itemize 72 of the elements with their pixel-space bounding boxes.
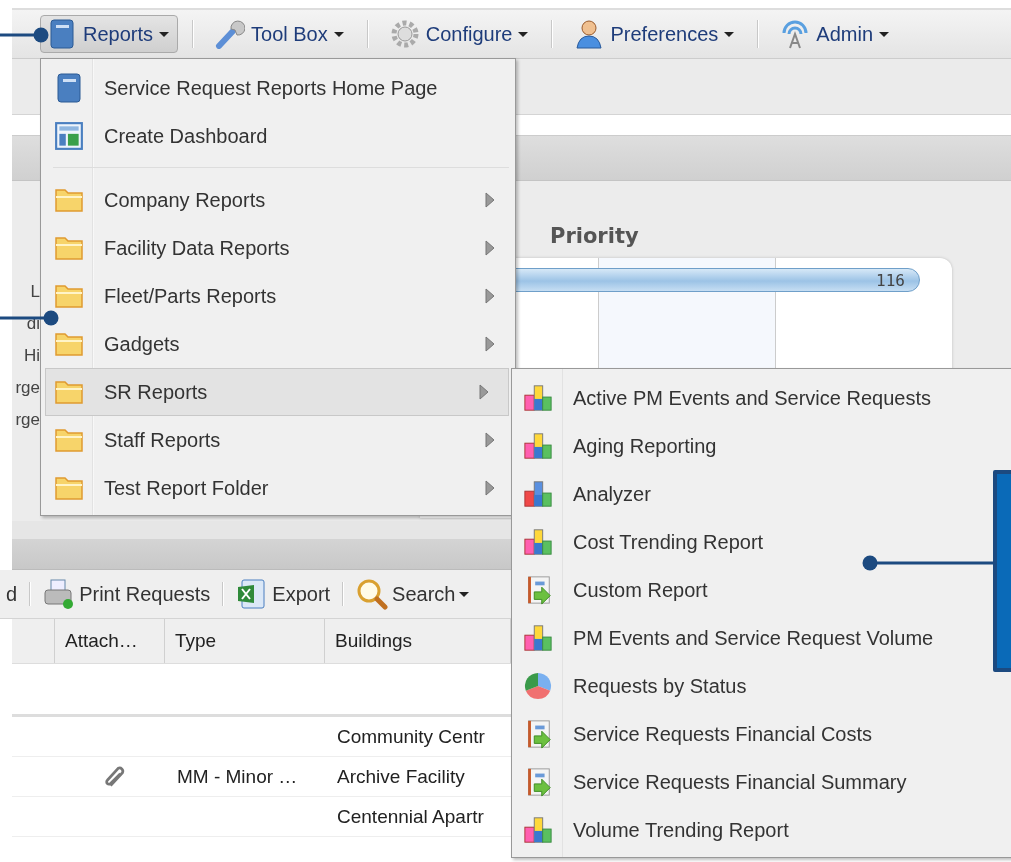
menu-item[interactable]: Cost Trending Report: [512, 518, 1011, 566]
menu-item[interactable]: Active PM Events and Service Requests: [512, 374, 1011, 422]
menu-item[interactable]: PM Events and Service Request Volume: [512, 614, 1011, 662]
printer-icon: [43, 578, 76, 610]
gear-icon: [389, 19, 420, 49]
caret-icon: [459, 591, 470, 597]
menu-item[interactable]: Fleet/Parts Reports: [41, 272, 515, 320]
menu-item[interactable]: Service Requests Financial Summary: [512, 758, 1011, 806]
submenu-arrow-icon: [478, 383, 490, 401]
search-icon: [356, 578, 389, 610]
chart-row-label: rge: [15, 409, 40, 431]
book-icon: [54, 73, 84, 103]
bar-chart-icon: [523, 623, 553, 653]
menu-item[interactable]: Staff Reports: [41, 416, 515, 464]
table-cell: Community Centr: [337, 725, 485, 748]
toolbar-menu-button[interactable]: Reports: [40, 15, 179, 53]
submenu-arrow-icon: [484, 431, 496, 449]
caret-icon: [518, 31, 529, 37]
table-row[interactable]: Community Centr: [12, 717, 511, 757]
grid-toolbar-button[interactable]: Search: [354, 578, 472, 610]
menu-item[interactable]: Test Report Folder: [41, 464, 515, 512]
bar-chart-icon: [523, 383, 553, 413]
grid-toolbar-button[interactable]: d: [4, 582, 20, 606]
chart-row-label: rge: [15, 377, 40, 399]
table-row[interactable]: MM - Minor … Archive Facility: [12, 757, 511, 797]
bar-chart-icon: [523, 479, 553, 509]
toolbar-menu-button[interactable]: Preferences: [567, 15, 744, 53]
menu-item[interactable]: Service Requests Financial Costs: [512, 710, 1011, 758]
grid-toolbar-button[interactable]: Export: [234, 578, 333, 610]
bar-chart-icon: [523, 527, 553, 557]
menu-item[interactable]: Service Request Reports Home Page: [41, 64, 515, 112]
menu-item[interactable]: Gadgets: [41, 320, 515, 368]
table-row[interactable]: Centennial Apartr: [12, 797, 511, 837]
wrench-icon: [215, 19, 246, 49]
chart-row-label: L: [30, 281, 40, 303]
pie-chart-icon: [523, 671, 553, 701]
splitter-bar[interactable]: [12, 521, 511, 539]
menu-item[interactable]: SR Reports: [45, 368, 509, 416]
book-icon: [47, 19, 77, 49]
caret-icon: [333, 31, 344, 37]
caret-icon: [724, 31, 735, 37]
submenu-arrow-icon: [484, 479, 496, 497]
toolbar-menu-button[interactable]: Configure: [382, 15, 538, 53]
menu-item[interactable]: Company Reports: [41, 176, 515, 224]
table-cell: Archive Facility: [337, 765, 465, 788]
submenu-arrow-icon: [484, 335, 496, 353]
toolbar-menu-button[interactable]: Tool Box: [208, 15, 353, 53]
column-header[interactable]: Type: [165, 619, 325, 663]
submenu-arrow-icon: [484, 239, 496, 257]
menu-item[interactable]: Create Dashboard: [41, 112, 515, 160]
table-cell: Centennial Apartr: [337, 805, 484, 828]
menu-item[interactable]: Volume Trending Report: [512, 806, 1011, 854]
person-icon: [574, 19, 605, 49]
submenu-arrow-icon: [484, 287, 496, 305]
menu-item[interactable]: Facility Data Reports: [41, 224, 515, 272]
dashboard-icon: [54, 121, 84, 151]
menu-item[interactable]: Requests by Status: [512, 662, 1011, 710]
bar-value-label: 116: [876, 270, 905, 290]
caret-icon: [159, 31, 170, 37]
bar-chart-icon: [523, 431, 553, 461]
chart-row-label: Hi: [23, 345, 40, 367]
toolbar-menu-button[interactable]: Admin: [773, 15, 898, 53]
chart-title: Priority: [550, 224, 640, 250]
caret-icon: [879, 31, 889, 37]
menu-item[interactable]: Aging Reporting: [512, 422, 1011, 470]
menu-item[interactable]: Analyzer: [512, 470, 1011, 518]
menu-item[interactable]: Custom Report: [512, 566, 1011, 614]
bar-chart-icon: [523, 815, 553, 845]
submenu-arrow-icon: [484, 191, 496, 209]
column-header[interactable]: Attach…: [55, 619, 165, 663]
table-cell: MM - Minor …: [177, 765, 298, 788]
grid-toolbar-button[interactable]: Print Requests: [41, 578, 213, 610]
